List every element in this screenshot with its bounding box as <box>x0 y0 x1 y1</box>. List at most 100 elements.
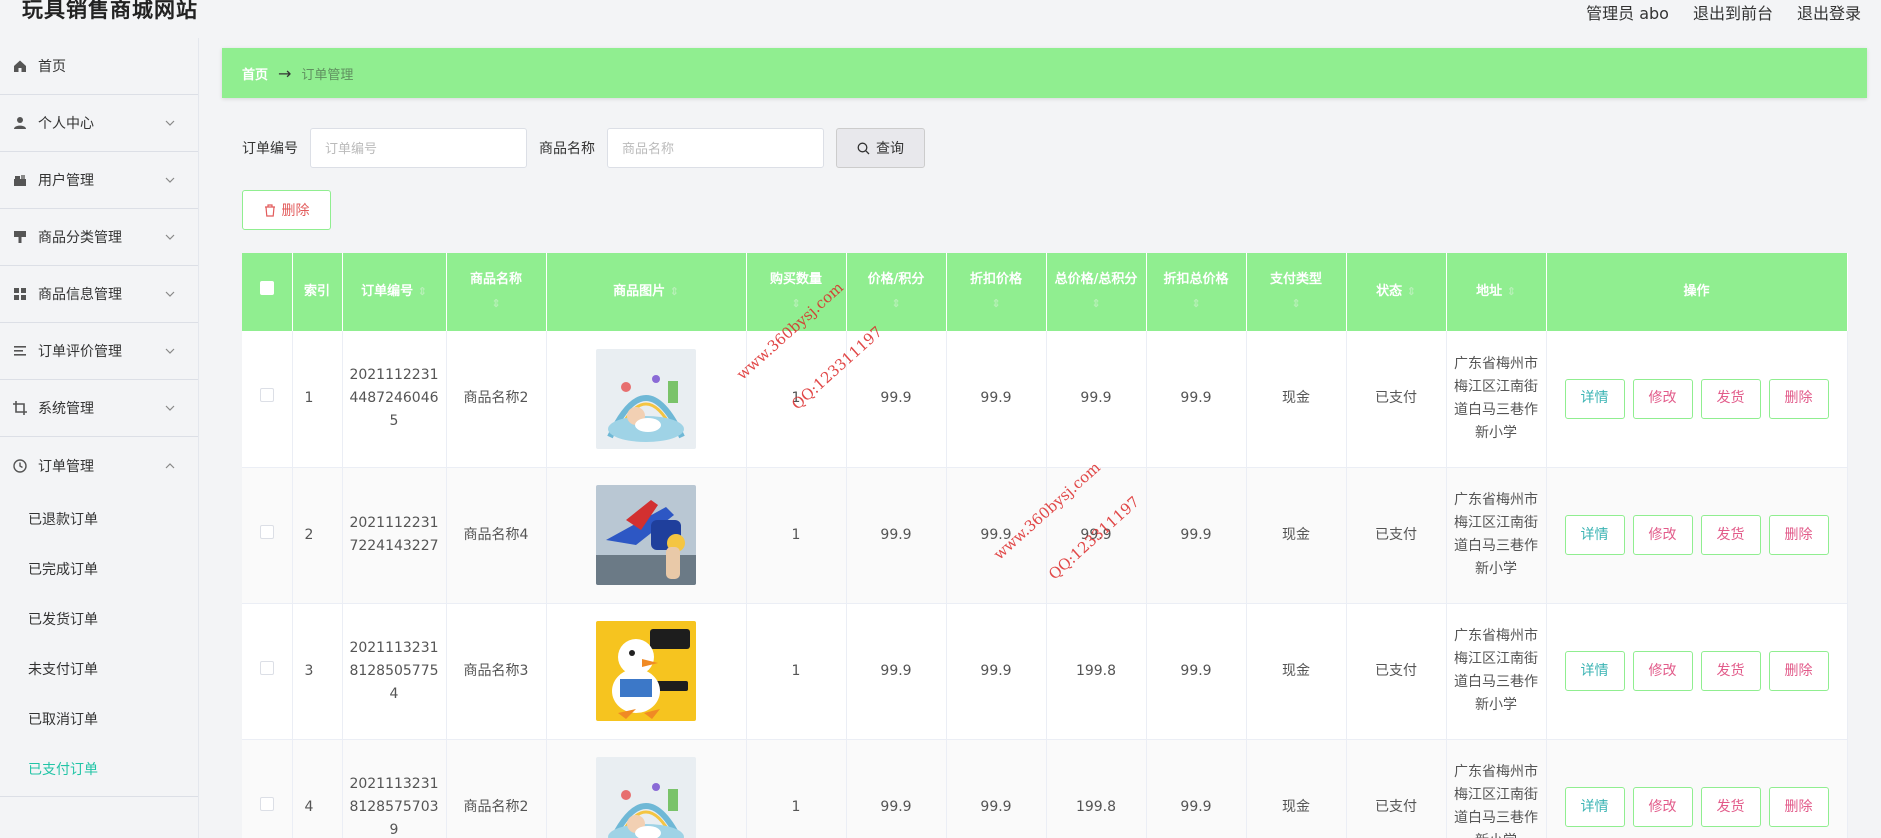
row-select-cell[interactable] <box>242 331 293 468</box>
detail-button[interactable]: 详情 <box>1564 651 1625 691</box>
cell-quantity: 1 <box>746 331 847 468</box>
query-button[interactable]: 查询 <box>836 128 925 168</box>
logout-link[interactable]: 退出登录 <box>1797 0 1861 24</box>
sidebar-item-label: 系统管理 <box>38 401 94 417</box>
order-no-input[interactable] <box>310 128 527 168</box>
breadcrumb: 首页 → 订单管理 <box>222 48 1867 98</box>
sidebar-item-category[interactable]: 商品分类管理 <box>0 209 198 266</box>
product-name-input[interactable] <box>607 128 824 168</box>
submenu-unpaid-orders[interactable]: 未支付订单 <box>0 644 198 694</box>
header-total[interactable]: 总价格/总积分 ⇕ <box>1046 253 1147 331</box>
trash-icon <box>264 203 275 217</box>
breadcrumb-home[interactable]: 首页 <box>242 64 268 83</box>
cell-discount-total: 99.9 <box>1146 739 1247 838</box>
table-row: 3 20211132318128505775 4 商品名称3 1 99.9 99… <box>242 603 1848 740</box>
row-select-cell[interactable] <box>242 739 293 838</box>
edit-button[interactable]: 修改 <box>1632 378 1693 419</box>
product-image[interactable] <box>596 757 696 838</box>
submenu-cancelled-orders[interactable]: 已取消订单 <box>0 694 198 744</box>
ship-button[interactable]: 发货 <box>1700 515 1761 555</box>
ship-button[interactable]: 发货 <box>1700 378 1761 419</box>
header-price[interactable]: 价格/积分 ⇕ <box>846 253 947 331</box>
bulk-delete-label: 删除 <box>281 203 310 219</box>
sidebar-item-orders[interactable]: 订单管理 <box>0 437 198 494</box>
ship-button[interactable]: 发货 <box>1700 651 1761 691</box>
header-order-no[interactable]: 订单编号 ⇕ <box>342 253 447 331</box>
header-discount-total[interactable]: 折扣总价格 ⇕ <box>1146 253 1247 331</box>
category-icon <box>12 229 28 245</box>
orders-submenu: 已退款订单 已完成订单 已发货订单 未支付订单 已取消订单 已支付订单 <box>0 494 198 797</box>
cell-pay-type: 现金 <box>1246 467 1347 604</box>
header-address[interactable]: 地址 ⇕ <box>1446 253 1547 331</box>
product-image[interactable] <box>596 485 696 585</box>
sidebar-item-system[interactable]: 系统管理 <box>0 380 198 437</box>
cell-address: 广东省梅州市梅江区江南街道白马三巷作新小学 <box>1446 739 1547 838</box>
sidebar-item-label: 用户管理 <box>38 173 94 189</box>
sidebar-item-profile[interactable]: 个人中心 <box>0 95 198 152</box>
product-image[interactable] <box>596 621 696 721</box>
header-product-name[interactable]: 商品名称 ⇕ <box>446 253 547 331</box>
detail-button[interactable]: 详情 <box>1564 515 1625 555</box>
sidebar-item-label: 首页 <box>38 59 66 75</box>
row-checkbox[interactable] <box>259 524 274 539</box>
cell-discount-total: 99.9 <box>1146 467 1247 604</box>
delete-button[interactable]: 删除 <box>1768 515 1829 555</box>
user-icon <box>12 115 28 131</box>
row-checkbox[interactable] <box>259 660 274 675</box>
sidebar-item-label: 商品信息管理 <box>38 287 122 303</box>
submenu-shipped-orders[interactable]: 已发货订单 <box>0 594 198 644</box>
header-discount-price[interactable]: 折扣价格 ⇕ <box>946 253 1047 331</box>
edit-button[interactable]: 修改 <box>1632 651 1693 691</box>
sidebar-item-reviews[interactable]: 订单评价管理 <box>0 323 198 380</box>
bulk-delete-button[interactable]: 删除 <box>242 190 331 230</box>
product-image[interactable] <box>596 348 696 449</box>
breadcrumb-separator: → <box>278 63 292 83</box>
row-select-cell[interactable] <box>242 603 293 740</box>
breadcrumb-current: 订单管理 <box>301 67 354 83</box>
list-icon <box>12 343 28 359</box>
sidebar-item-home[interactable]: 首页 <box>0 38 198 95</box>
edit-button[interactable]: 修改 <box>1632 787 1693 827</box>
cell-product-name: 商品名称2 <box>446 739 547 838</box>
front-link[interactable]: 退出到前台 <box>1693 0 1773 24</box>
chevron-down-icon <box>165 177 175 183</box>
header-select-all[interactable] <box>242 253 293 331</box>
sidebar-item-users[interactable]: 用户管理 <box>0 152 198 209</box>
cell-product-image <box>546 603 747 740</box>
cell-ops: 详情 修改 发货 删除 <box>1546 331 1848 468</box>
delete-button[interactable]: 删除 <box>1768 787 1829 827</box>
edit-button[interactable]: 修改 <box>1632 515 1693 555</box>
cell-status: 已支付 <box>1346 603 1447 740</box>
cell-product-name: 商品名称2 <box>446 331 547 468</box>
cell-ops: 详情 修改 发货 删除 <box>1546 739 1848 838</box>
row-select-cell[interactable] <box>242 467 293 604</box>
cell-total: 99.9 <box>1046 467 1147 604</box>
select-all-checkbox[interactable] <box>259 281 274 295</box>
header-quantity[interactable]: 购买数量 ⇕ <box>746 253 847 331</box>
cell-discount-total: 99.9 <box>1146 331 1247 468</box>
delete-button[interactable]: 删除 <box>1768 651 1829 691</box>
detail-button[interactable]: 详情 <box>1564 787 1625 827</box>
ship-button[interactable]: 发货 <box>1700 787 1761 827</box>
users-icon <box>12 172 28 188</box>
submenu-completed-orders[interactable]: 已完成订单 <box>0 544 198 594</box>
submenu-refunded-orders[interactable]: 已退款订单 <box>0 494 198 544</box>
cell-quantity: 1 <box>746 467 847 604</box>
header-product-image[interactable]: 商品图片 ⇕ <box>546 253 747 331</box>
row-checkbox[interactable] <box>259 388 274 403</box>
sort-icon: ⇕ <box>791 297 801 310</box>
delete-button[interactable]: 删除 <box>1768 378 1829 419</box>
order-no-label: 订单编号 <box>242 141 298 157</box>
header-pay-type[interactable]: 支付类型 ⇕ <box>1246 253 1347 331</box>
submenu-paid-orders[interactable]: 已支付订单 <box>0 744 198 794</box>
chevron-down-icon <box>165 405 175 411</box>
sidebar-item-products[interactable]: 商品信息管理 <box>0 266 198 323</box>
detail-button[interactable]: 详情 <box>1564 378 1625 419</box>
header-status[interactable]: 状态 ⇕ <box>1346 253 1447 331</box>
site-title: 玩具销售商城网站 <box>22 0 198 22</box>
row-checkbox[interactable] <box>259 796 274 811</box>
clock-icon <box>12 458 28 474</box>
query-button-label: 查询 <box>876 141 904 157</box>
cell-order-no: 20211122314487246046 5 <box>342 331 447 468</box>
cell-price: 99.9 <box>846 603 947 740</box>
